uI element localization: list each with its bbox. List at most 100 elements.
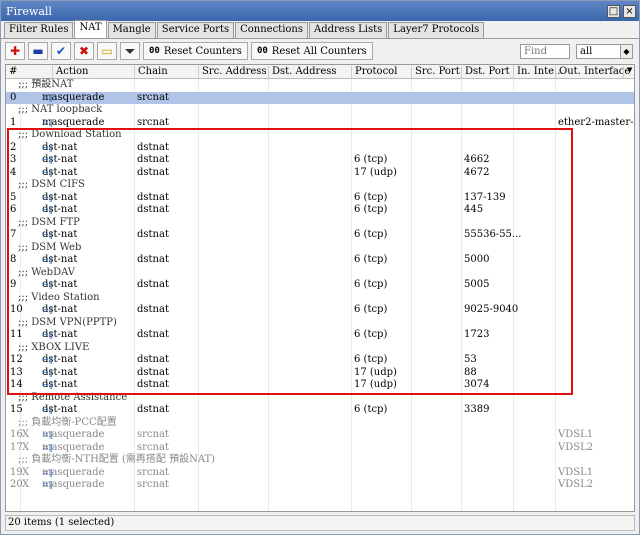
table-row[interactable]: 5 dstnat 6 (tcp) 137-139 →‖ dst-nat: [6, 192, 634, 205]
dst-nat-icon: →‖: [42, 167, 53, 177]
filter-icon[interactable]: ⏷: [120, 42, 140, 60]
table-row[interactable]: 11 dstnat 6 (tcp) 1723 →‖ dst-nat: [6, 329, 634, 342]
col-src-address[interactable]: Src. Address: [198, 66, 268, 78]
table-row[interactable]: 9 dstnat 6 (tcp) 5005 →‖ dst-nat: [6, 279, 634, 292]
table-row[interactable]: 15 dstnat 6 (tcp) 3389 →‖ dst-nat: [6, 404, 634, 417]
table-row[interactable]: 10 dstnat 6 (tcp) 9025-9040 →‖ dst-nat: [6, 304, 634, 317]
col-dst-port[interactable]: Dst. Port: [461, 66, 513, 78]
comment-row[interactable]: ;;; XBOX LIVE: [6, 342, 634, 355]
tab-bar: Filter Rules NAT Mangle Service Ports Co…: [1, 20, 639, 39]
table-row[interactable]: 12 dstnat 6 (tcp) 53 →‖ dst-nat: [6, 354, 634, 367]
action-cell: →‖ dst-nat: [42, 167, 77, 180]
out-interface-cell: ether2-master-l...: [558, 116, 634, 128]
chain-cell: dstnat: [137, 379, 169, 390]
comment-text: ;;; 負載均衡-PCC配置: [18, 416, 117, 428]
tab-layer7-protocols[interactable]: Layer7 Protocols: [388, 22, 485, 38]
action-cell: =‖ masquerade: [42, 117, 104, 130]
dst-nat-icon: →‖: [42, 142, 53, 152]
rule-number: 12: [10, 354, 23, 365]
table-row[interactable]: 2 dstnat →‖ dst-nat: [6, 142, 634, 155]
comment-icon[interactable]: ▭: [97, 42, 117, 60]
nat-rules-table: # Action Chain Src. Address Dst. Address…: [5, 64, 635, 512]
col-num[interactable]: #: [6, 66, 20, 78]
dst-port-cell: 53: [464, 354, 477, 365]
table-row[interactable]: 0 srcnat =‖ masquerade: [6, 91, 634, 104]
out-interface-cell: VDSL1: [558, 466, 594, 478]
comment-row[interactable]: ;;; 負載均衡-NTH配置 (需再搭配 預設NAT): [6, 454, 634, 467]
reset-all-counters-button[interactable]: 00 Reset All Counters: [250, 42, 373, 60]
rule-number: 14: [10, 379, 23, 390]
dst-nat-icon: →‖: [42, 355, 53, 364]
rule-number: 5: [10, 191, 17, 203]
rule-number: 3: [10, 154, 17, 165]
disabled-flag: X: [22, 429, 30, 440]
out-interface-cell: VDSL2: [558, 441, 594, 453]
disable-icon[interactable]: ✖: [74, 42, 94, 60]
comment-row[interactable]: ;;; NAT loopback: [6, 104, 634, 117]
table-row[interactable]: 1 srcnat ether2-master-l... =‖masquerade: [6, 117, 634, 130]
comment-text: ;;; 負載均衡-NTH配置 (需再搭配 預設NAT): [18, 454, 216, 465]
comment-row[interactable]: ;;; DSM CIFS: [6, 179, 634, 192]
rule-number: 13: [10, 366, 23, 378]
find-input[interactable]: [520, 44, 570, 59]
chain-cell: dstnat: [137, 366, 169, 378]
reset-counters-button[interactable]: 00 Reset Counters: [143, 42, 248, 60]
tab-mangle[interactable]: Mangle: [107, 22, 156, 38]
table-row[interactable]: 3 dstnat 6 (tcp) 4662 →‖ dst-nat: [6, 154, 634, 167]
col-src-port[interactable]: Src. Port: [411, 66, 461, 78]
comment-row[interactable]: ;;; 預設NAT: [6, 79, 634, 92]
protocol-cell: 17 (udp): [354, 366, 397, 378]
comment-row[interactable]: ;;; Video Station: [6, 292, 634, 305]
rule-number: 16: [10, 429, 23, 440]
columns-menu-icon[interactable]: ▼: [623, 66, 634, 78]
comment-row[interactable]: ;;; Remote Assistance: [6, 392, 634, 405]
comment-row[interactable]: ;;; Download Station: [6, 129, 634, 142]
table-row[interactable]: 16 Xsrcnat VDSL1 =‖ masquerade: [6, 429, 634, 442]
close-button[interactable]: ×: [623, 4, 636, 18]
col-protocol[interactable]: Protocol: [351, 66, 411, 78]
table-row[interactable]: 14 dstnat 17 (udp) 3074 →‖ dst-nat: [6, 379, 634, 392]
table-row[interactable]: 17 Xsrcnat VDSL2 =‖ masquerade: [6, 442, 634, 455]
action-cell: →‖ dst-nat: [42, 254, 77, 267]
remove-icon[interactable]: ▬: [28, 42, 48, 60]
col-chain[interactable]: Chain: [134, 66, 200, 78]
col-dst-address[interactable]: Dst. Address: [268, 66, 352, 78]
protocol-cell: 6 (tcp): [354, 204, 388, 215]
comment-row[interactable]: ;;; WebDAV: [6, 267, 634, 280]
comment-row[interactable]: ;;; DSM FTP: [6, 217, 634, 230]
table-row[interactable]: 4 dstnat 17 (udp) 4672 →‖ dst-nat: [6, 167, 634, 180]
tab-nat[interactable]: NAT: [74, 20, 107, 38]
tab-filter-rules[interactable]: Filter Rules: [4, 22, 74, 38]
tab-service-ports[interactable]: Service Ports: [156, 22, 235, 38]
filter-select[interactable]: all ◆: [576, 44, 633, 59]
rule-number: 1: [10, 116, 17, 128]
tab-address-lists[interactable]: Address Lists: [309, 22, 388, 38]
chevron-down-icon[interactable]: ◆: [620, 45, 632, 58]
action-cell: →‖ dst-nat: [42, 304, 77, 317]
table-row[interactable]: 7 dstnat 6 (tcp) 55536-55... →‖ dst-nat: [6, 229, 634, 242]
title-bar[interactable]: Firewall □ ×: [1, 1, 639, 21]
tab-connections[interactable]: Connections: [235, 22, 308, 38]
col-out-interface[interactable]: Out. Interface: [555, 66, 630, 78]
table-row[interactable]: 13 dstnat 17 (udp) 88 →‖ dst-nat: [6, 367, 634, 380]
restore-button[interactable]: □: [607, 4, 620, 18]
action-cell: →‖ dst-nat: [42, 354, 77, 367]
table-row[interactable]: 20 Xsrcnat VDSL2 =‖ masquerade: [6, 479, 634, 492]
masquerade-icon: =‖: [42, 92, 53, 102]
col-in-interface[interactable]: In. Inte...: [513, 66, 564, 78]
disabled-flag: X: [22, 466, 30, 478]
out-interface-cell: VDSL2: [558, 479, 594, 490]
enable-icon[interactable]: ✔: [51, 42, 71, 60]
masquerade-icon: =‖: [42, 430, 53, 439]
table-row[interactable]: 8 dstnat 6 (tcp) 5000 →‖ dst-nat: [6, 254, 634, 267]
comment-row[interactable]: ;;; 負載均衡-PCC配置: [6, 417, 634, 430]
comment-row[interactable]: ;;; DSM VPN(PPTP): [6, 317, 634, 330]
col-action[interactable]: Action: [52, 66, 136, 78]
add-icon[interactable]: ✚: [5, 42, 25, 60]
dst-port-cell: 4662: [464, 154, 490, 165]
comment-row[interactable]: ;;; DSM Web: [6, 242, 634, 255]
disabled-flag: X: [22, 441, 30, 453]
table-row[interactable]: 6 dstnat 6 (tcp) 445 →‖ dst-nat: [6, 204, 634, 217]
action-cell: →‖ dst-nat: [42, 329, 77, 342]
table-row[interactable]: 19 Xsrcnat VDSL1 =‖ masquerade: [6, 467, 634, 480]
